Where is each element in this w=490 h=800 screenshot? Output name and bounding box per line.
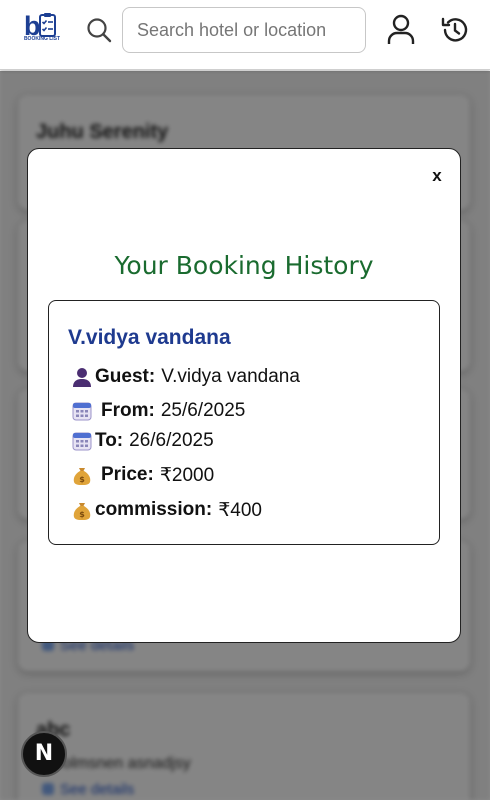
commission-row: $ commission: ₹400 — [71, 497, 262, 523]
guest-row: Guest: V.vidya vandana — [71, 364, 300, 390]
money-bag-icon: $ — [71, 499, 93, 521]
booking-card: V.vidya vandana Guest: V.vidya vandana F… — [48, 300, 440, 545]
calendar-icon — [71, 430, 93, 452]
from-value: 25/6/2025 — [160, 400, 246, 421]
svg-text:$: $ — [79, 510, 85, 519]
top-navbar: b BOOKING LIST — [0, 0, 490, 70]
to-row: To: 26/6/2025 — [71, 428, 214, 454]
modal-title: Your Booking History — [114, 251, 374, 280]
guest-label: Guest: — [95, 366, 156, 387]
user-profile-icon[interactable] — [386, 14, 416, 46]
to-value: 26/6/2025 — [129, 430, 214, 451]
svg-text:$: $ — [79, 475, 85, 484]
from-label: From: — [101, 400, 155, 421]
price-label: Price: — [101, 464, 154, 485]
search-icon[interactable] — [86, 17, 112, 43]
booking-history-modal: x Your Booking History V.vidya vandana G… — [27, 148, 461, 643]
user-silhouette-icon — [71, 366, 93, 388]
close-button[interactable]: x — [426, 163, 448, 189]
money-bag-icon: $ — [71, 464, 93, 486]
commission-value: ₹400 — [218, 499, 262, 521]
commission-label: commission: — [95, 499, 213, 520]
dev-tools-badge[interactable]: N — [21, 731, 67, 777]
booking-guest-name: V.vidya vandana — [68, 326, 231, 349]
calendar-icon — [71, 400, 93, 422]
from-row: From: 25/6/2025 — [71, 398, 245, 424]
history-icon[interactable] — [440, 15, 470, 45]
logo-caption: BOOKING LIST — [23, 36, 61, 42]
to-label: To: — [95, 430, 124, 451]
price-row: $ Price: ₹2000 — [71, 462, 214, 488]
guest-value: V.vidya vandana — [161, 366, 300, 387]
price-value: ₹2000 — [159, 464, 215, 486]
search-input[interactable] — [122, 7, 366, 53]
